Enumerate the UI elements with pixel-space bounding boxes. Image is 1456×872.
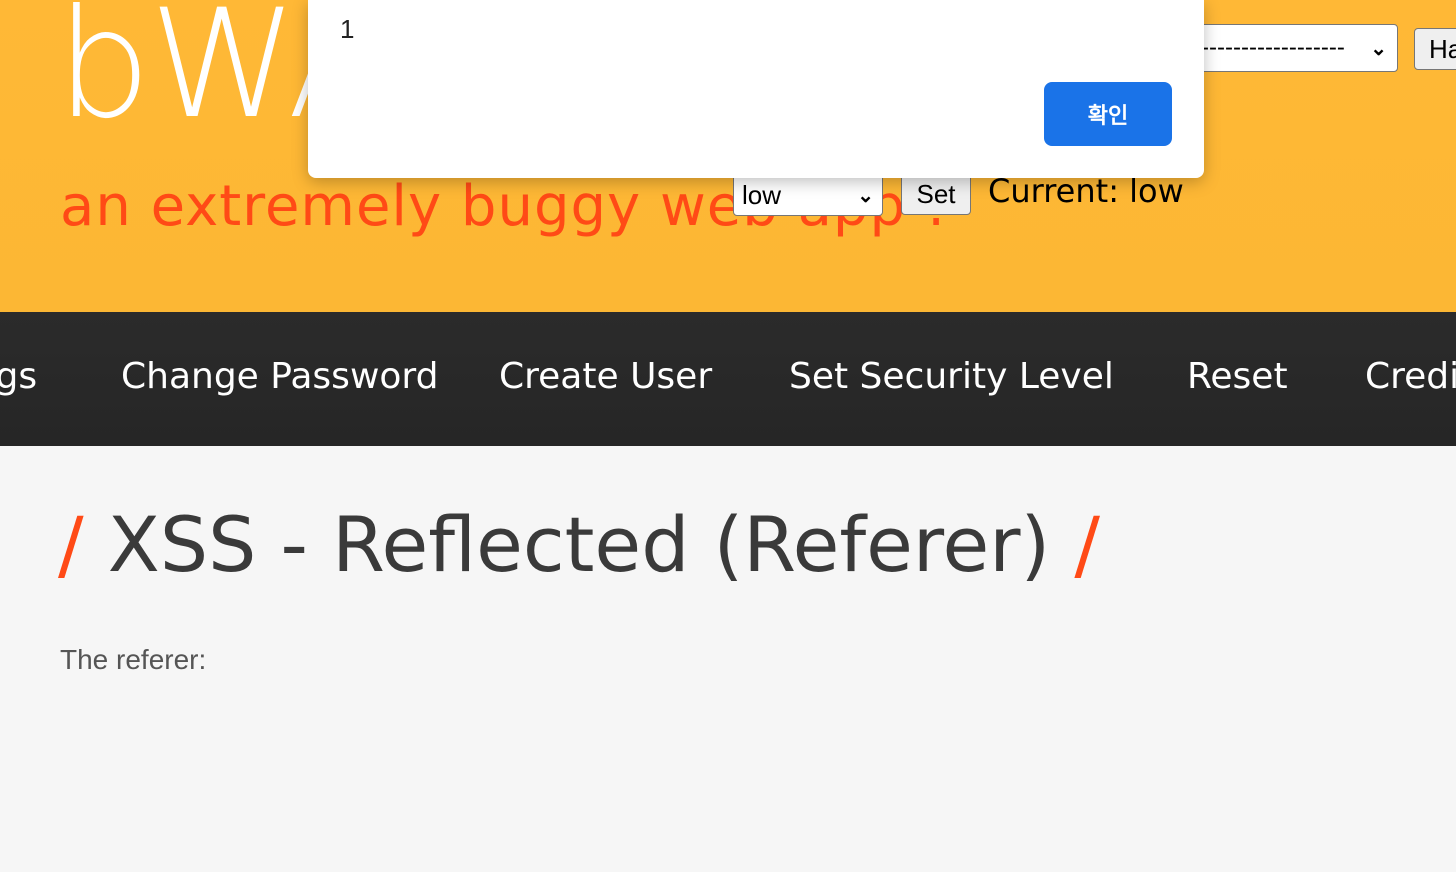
nav-item-reset[interactable]: Reset (1187, 356, 1288, 397)
hack-button[interactable]: Hack (1414, 28, 1456, 70)
title-slash-right: / (1074, 500, 1100, 589)
security-level-select[interactable]: low ⌄ (733, 174, 883, 216)
nav-item-set-security-level[interactable]: Set Security Level (789, 356, 1114, 397)
nav-item-change-password[interactable]: Change Password (121, 356, 438, 397)
page-title: / XSS - Reflected (Referer) / (58, 500, 1100, 589)
set-button[interactable]: Set (901, 173, 971, 215)
set-button-label: Set (916, 178, 956, 209)
bug-select-value: ------------------ (1201, 34, 1345, 61)
bug-select[interactable]: ------------------ ⌄ (1190, 24, 1398, 72)
nav-item-bugs[interactable]: Bugs (0, 356, 37, 397)
alert-message: 1 (340, 14, 355, 44)
main-nav: Bugs Change Password Create User Set Sec… (0, 312, 1456, 446)
title-slash-left: / (58, 500, 84, 589)
alert-ok-button[interactable]: 확인 (1044, 82, 1172, 146)
alert-dialog: 1 확인 (308, 0, 1204, 178)
page-title-text: XSS - Reflected (Referer) (107, 500, 1051, 589)
page: bWAPP an extremely buggy web app ! -----… (0, 0, 1456, 872)
hack-button-label: Hack (1429, 33, 1456, 64)
chevron-down-icon: ⌄ (857, 184, 874, 207)
security-level-value: low (742, 179, 782, 210)
chevron-down-icon: ⌄ (1370, 37, 1387, 60)
nav-item-credits[interactable]: Credits (1365, 356, 1456, 397)
nav-item-create-user[interactable]: Create User (499, 356, 712, 397)
referer-label: The referer: (60, 644, 207, 675)
